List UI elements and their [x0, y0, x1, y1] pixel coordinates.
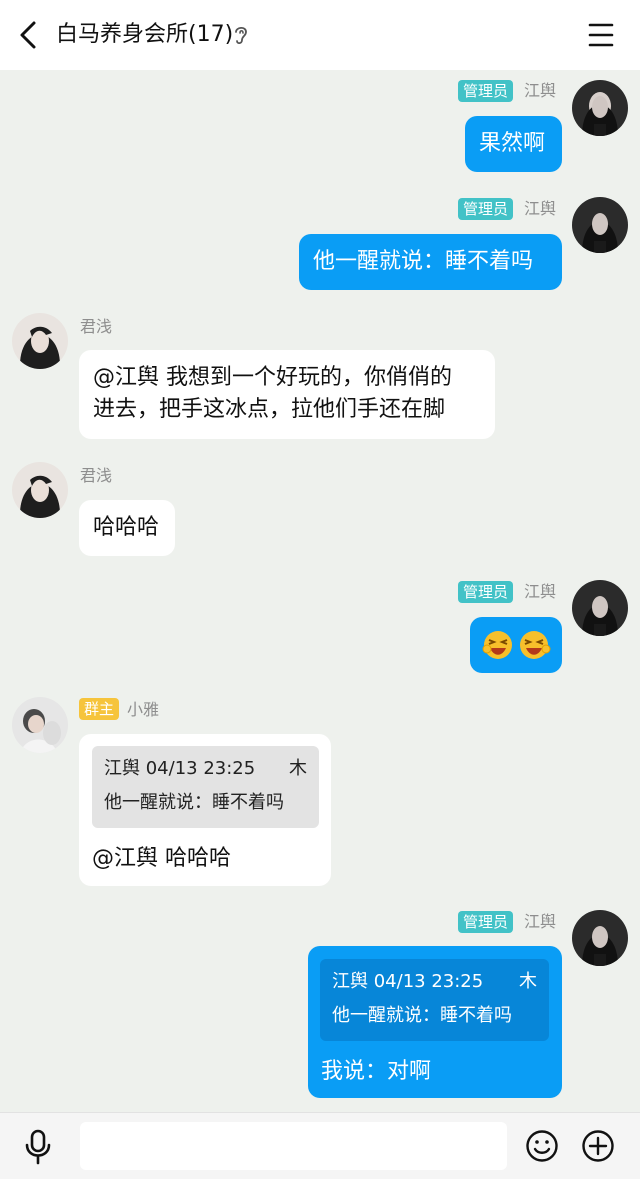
admin-badge: 管理员: [458, 581, 514, 603]
avatar-junqian[interactable]: [12, 313, 68, 369]
group-title: 白马养身会所(17): [56, 22, 234, 47]
input-bar: [0, 1112, 640, 1179]
avatar-junqian[interactable]: [12, 462, 68, 518]
reply-text: @江舆 哈哈哈: [92, 846, 231, 871]
message-bubble[interactable]: 他一醒就说：睡不着吗: [299, 234, 562, 290]
sender-name: 江舆: [524, 582, 557, 601]
quote-text: 他一醒就说：睡不着吗: [332, 1005, 512, 1026]
add-icon[interactable]: [581, 1129, 615, 1163]
chat-header: 白马养身会所(17): [0, 0, 640, 70]
message-bubble[interactable]: @江舆 我想到一个好玩的，你俏俏的 进去，把手这冰点，拉他们手还在脚: [79, 350, 495, 439]
sender-name: 江舆: [524, 912, 557, 931]
message-text-line: @江舆 我想到一个好玩的，你俏俏的: [93, 365, 452, 390]
quote-text: 他一醒就说：睡不着吗: [104, 792, 284, 813]
sender-name: 小雅: [127, 700, 160, 719]
quoted-message[interactable]: 江舆 04/13 23:25 ⽊ 他一醒就说：睡不着吗: [320, 959, 549, 1041]
message-bubble[interactable]: 果然啊: [465, 116, 562, 172]
avatar-xiaoya[interactable]: [12, 697, 68, 753]
sender-name: 江舆: [524, 81, 557, 100]
avatar-jiangyu[interactable]: [572, 197, 628, 253]
message-input[interactable]: [80, 1122, 507, 1170]
reply-text: 我说：对啊: [321, 1059, 432, 1084]
avatar-jiangyu[interactable]: [572, 580, 628, 636]
message-text: 哈哈哈: [93, 515, 160, 540]
ear-icon[interactable]: [232, 24, 250, 46]
admin-badge: 管理员: [458, 198, 514, 220]
message-text: 果然啊: [479, 131, 546, 156]
menu-icon[interactable]: [586, 22, 616, 48]
message-text: 他一醒就说：睡不着吗: [313, 249, 534, 274]
sender-name: 君浅: [80, 317, 113, 336]
avatar-jiangyu[interactable]: [572, 80, 628, 136]
quoted-message[interactable]: 江舆 04/13 23:25 ⽊ 他一醒就说：睡不着吗: [92, 746, 319, 828]
message-text-line: 进去，把手这冰点，拉他们手还在脚: [93, 397, 446, 422]
back-icon[interactable]: [14, 18, 44, 52]
quote-jump-icon[interactable]: ⽊: [519, 965, 537, 999]
message-bubble[interactable]: [470, 617, 562, 673]
owner-badge: 群主: [79, 698, 120, 720]
message-bubble[interactable]: 哈哈哈: [79, 500, 175, 556]
sender-name: 江舆: [524, 199, 557, 218]
admin-badge: 管理员: [458, 911, 514, 933]
laughing-face-emoji: [482, 631, 551, 659]
microphone-icon[interactable]: [22, 1129, 54, 1165]
emoji-icon[interactable]: [525, 1129, 559, 1163]
admin-badge: 管理员: [458, 80, 514, 102]
quote-sender-time: 江舆 04/13 23:25: [332, 971, 484, 992]
quote-sender-time: 江舆 04/13 23:25: [104, 758, 256, 779]
avatar-jiangyu[interactable]: [572, 910, 628, 966]
sender-name: 君浅: [80, 466, 113, 485]
quote-jump-icon[interactable]: ⽊: [289, 752, 307, 786]
